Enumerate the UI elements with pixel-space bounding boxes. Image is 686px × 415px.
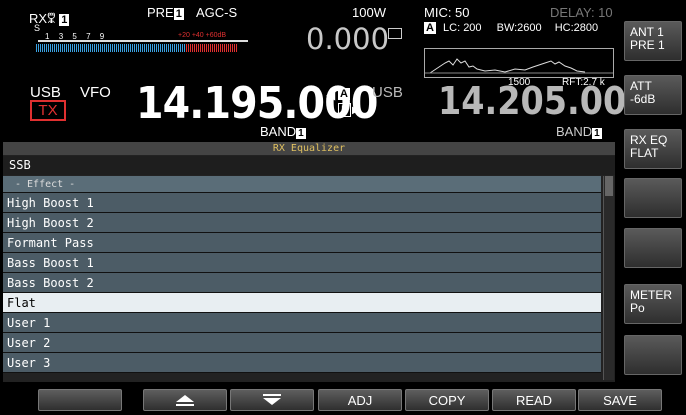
vfo-selector[interactable]: ◀ A B ▶	[326, 86, 360, 120]
vfo-a-mode: USB	[30, 84, 61, 101]
s-meter-labels: S	[34, 23, 41, 33]
list-scrollbar[interactable]	[603, 176, 614, 380]
ant-pre-button[interactable]: ANT 1 PRE 1	[624, 21, 682, 61]
read-button[interactable]: READ	[492, 389, 576, 411]
bottom-key-1[interactable]	[38, 389, 122, 411]
rft-readout: RFT:2.7 k	[562, 77, 605, 88]
tx-indicator: TX	[30, 100, 66, 121]
antenna-icon: 🜟	[47, 11, 56, 26]
list-item-selected[interactable]: Flat	[3, 293, 601, 313]
pre-indicator: PRE 1	[147, 5, 184, 20]
att-button[interactable]: ATT -6dB	[624, 75, 682, 115]
list-item[interactable]: Formant Pass	[3, 233, 601, 253]
swr-readout: 0.000	[306, 22, 390, 56]
power-readout: 100W	[352, 5, 386, 20]
list-item[interactable]: User 2	[3, 333, 601, 353]
list-item[interactable]: User 1	[3, 313, 601, 333]
spectrum-center: 1500	[508, 77, 531, 88]
down-triangle-icon	[263, 394, 281, 405]
save-button[interactable]: SAVE	[578, 389, 662, 411]
scroll-down-button[interactable]	[230, 389, 314, 411]
delay-readout: DELAY: 10	[550, 5, 613, 20]
vfo-b-band: BAND 1	[556, 124, 602, 139]
rx-number: 1	[59, 14, 70, 26]
list-item[interactable]: User 3	[3, 353, 601, 373]
list-item[interactable]: High Boost 1	[3, 193, 601, 213]
meter-button[interactable]: METER Po	[624, 284, 682, 324]
tx-spectrum-scope	[424, 48, 614, 78]
s-meter-over: +20 +40 +60dB	[178, 32, 227, 39]
scrollbar-thumb[interactable]	[605, 176, 613, 196]
right-arrow-icon: ▶	[352, 105, 360, 116]
equalizer-list: - Effect - High Boost 1 High Boost 2 For…	[3, 176, 601, 373]
s-meter-bar-red	[186, 44, 238, 52]
left-arrow-icon: ◀	[326, 88, 336, 102]
spectrum-graph	[425, 58, 613, 74]
equalizer-mode: SSB	[3, 156, 615, 175]
list-header: - Effect -	[3, 176, 601, 193]
copy-button[interactable]: COPY	[405, 389, 489, 411]
scroll-up-button[interactable]	[143, 389, 227, 411]
vfo-a-band: BAND 1	[260, 124, 306, 139]
filter-readout: A LC: 200 BW:2600 HC:2800	[424, 22, 599, 34]
s-meter-line	[38, 40, 248, 42]
soft-key-4[interactable]	[624, 178, 682, 218]
list-item[interactable]: Bass Boost 1	[3, 253, 601, 273]
adj-button[interactable]: ADJ	[318, 389, 402, 411]
agc-indicator: AGC-S	[196, 5, 238, 20]
rx-eq-button[interactable]: RX EQ FLAT	[624, 129, 682, 169]
rx-equalizer-window: RX Equalizer SSB - Effect - High Boost 1…	[3, 142, 615, 382]
mic-readout: MIC: 50	[424, 5, 470, 20]
soft-key-5[interactable]	[624, 228, 682, 268]
rx-equalizer-title: RX Equalizer	[3, 142, 615, 155]
list-item[interactable]: High Boost 2	[3, 213, 601, 233]
vfo-b-mode: USB	[372, 84, 403, 101]
vfo-label: VFO	[80, 84, 111, 101]
s-meter-bar	[36, 44, 186, 52]
list-item[interactable]: Bass Boost 2	[3, 273, 601, 293]
soft-key-7[interactable]	[624, 335, 682, 375]
vfo-b-frequency: 14.205.000	[438, 79, 650, 123]
memory-icon	[388, 28, 402, 39]
up-triangle-icon	[176, 395, 194, 406]
